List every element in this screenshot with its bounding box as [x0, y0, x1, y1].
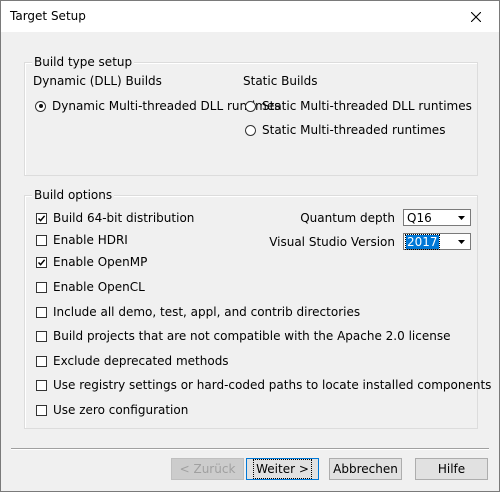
radio-indicator[interactable] [35, 100, 46, 112]
quantum-depth-value: Q16 [407, 211, 432, 225]
cancel-button-label: Abbrechen [333, 462, 398, 476]
chevron-down-icon [458, 239, 465, 244]
build-type-legend: Build type setup [32, 55, 135, 69]
radio-indicator[interactable] [245, 124, 256, 136]
radio-indicator[interactable] [245, 100, 256, 112]
checkbox[interactable] [36, 379, 47, 391]
back-button[interactable]: < Zurück [171, 458, 244, 480]
check-build-64bit[interactable]: Build 64-bit distribution [36, 211, 194, 225]
close-button[interactable] [453, 1, 499, 32]
quantum-depth-label: Quantum depth [300, 211, 395, 225]
target-setup-dialog: Target Setup Build type setup Dynamic (D… [0, 0, 500, 492]
cancel-button[interactable]: Abbrechen [329, 458, 402, 480]
checkbox[interactable] [36, 330, 47, 342]
next-button[interactable]: Weiter > [246, 458, 319, 480]
check-zero-configuration[interactable]: Use zero configuration [36, 403, 188, 417]
build-options-group: Build options Build 64-bit distribution … [24, 188, 491, 429]
window-title: Target Setup [10, 9, 86, 23]
quantum-depth-select[interactable]: Q16 [403, 209, 471, 226]
close-icon [471, 11, 481, 22]
radio-label: Static Multi-threaded DLL runtimes [262, 99, 472, 113]
dropdown-button[interactable] [454, 235, 469, 248]
visual-studio-version-label: Visual Studio Version [269, 235, 395, 249]
check-enable-opencl[interactable]: Enable OpenCL [36, 280, 145, 294]
checkbox-label: Exclude deprecated methods [53, 354, 229, 368]
checkbox[interactable] [36, 281, 47, 293]
dropdown-button[interactable] [454, 211, 469, 224]
static-builds-heading: Static Builds [243, 74, 318, 88]
radio-static-mt[interactable]: Static Multi-threaded runtimes [245, 123, 445, 137]
checkbox-label: Enable HDRI [53, 233, 128, 247]
checkbox-label: Build 64-bit distribution [53, 211, 195, 225]
checkbox-label: Build projects that are not compatible w… [53, 329, 451, 343]
check-include-demo[interactable]: Include all demo, test, appl, and contri… [36, 305, 360, 319]
button-separator [11, 448, 489, 450]
checkbox[interactable] [36, 212, 47, 224]
dynamic-builds-heading: Dynamic (DLL) Builds [33, 74, 162, 88]
check-non-apache-projects[interactable]: Build projects that are not compatible w… [36, 329, 450, 343]
help-button-label: Hilfe [437, 462, 466, 476]
check-enable-hdri[interactable]: Enable HDRI [36, 233, 128, 247]
visual-studio-version-select[interactable]: 2017 [403, 233, 471, 250]
checkbox[interactable] [36, 306, 47, 318]
checkbox-label: Use zero configuration [53, 403, 189, 417]
back-button-label: < Zurück [179, 462, 236, 476]
checkbox[interactable] [36, 404, 47, 416]
help-button[interactable]: Hilfe [415, 458, 488, 480]
checkbox[interactable] [36, 256, 47, 268]
checkmark-icon [37, 214, 46, 222]
check-enable-openmp[interactable]: Enable OpenMP [36, 255, 147, 269]
checkbox-label: Include all demo, test, appl, and contri… [53, 305, 361, 319]
next-button-label: Weiter > [253, 459, 312, 479]
visual-studio-version-value: 2017 [405, 234, 440, 250]
radio-label: Static Multi-threaded runtimes [262, 123, 446, 137]
checkbox-label: Enable OpenCL [53, 280, 145, 294]
checkbox[interactable] [36, 234, 47, 246]
radio-static-mt-dll[interactable]: Static Multi-threaded DLL runtimes [245, 99, 472, 113]
radio-dynamic-mt-dll[interactable]: Dynamic Multi-threaded DLL runtimes [35, 99, 280, 113]
chevron-down-icon [458, 215, 465, 220]
check-registry-settings[interactable]: Use registry settings or hard-coded path… [36, 378, 491, 392]
checkbox[interactable] [36, 355, 47, 367]
build-options-legend: Build options [32, 188, 115, 202]
checkmark-icon [37, 258, 46, 266]
check-exclude-deprecated[interactable]: Exclude deprecated methods [36, 354, 229, 368]
title-bar: Target Setup [1, 1, 499, 32]
checkbox-label: Enable OpenMP [53, 255, 148, 269]
build-type-group: Build type setup Dynamic (DLL) Builds St… [24, 55, 478, 176]
checkbox-label: Use registry settings or hard-coded path… [53, 378, 492, 392]
